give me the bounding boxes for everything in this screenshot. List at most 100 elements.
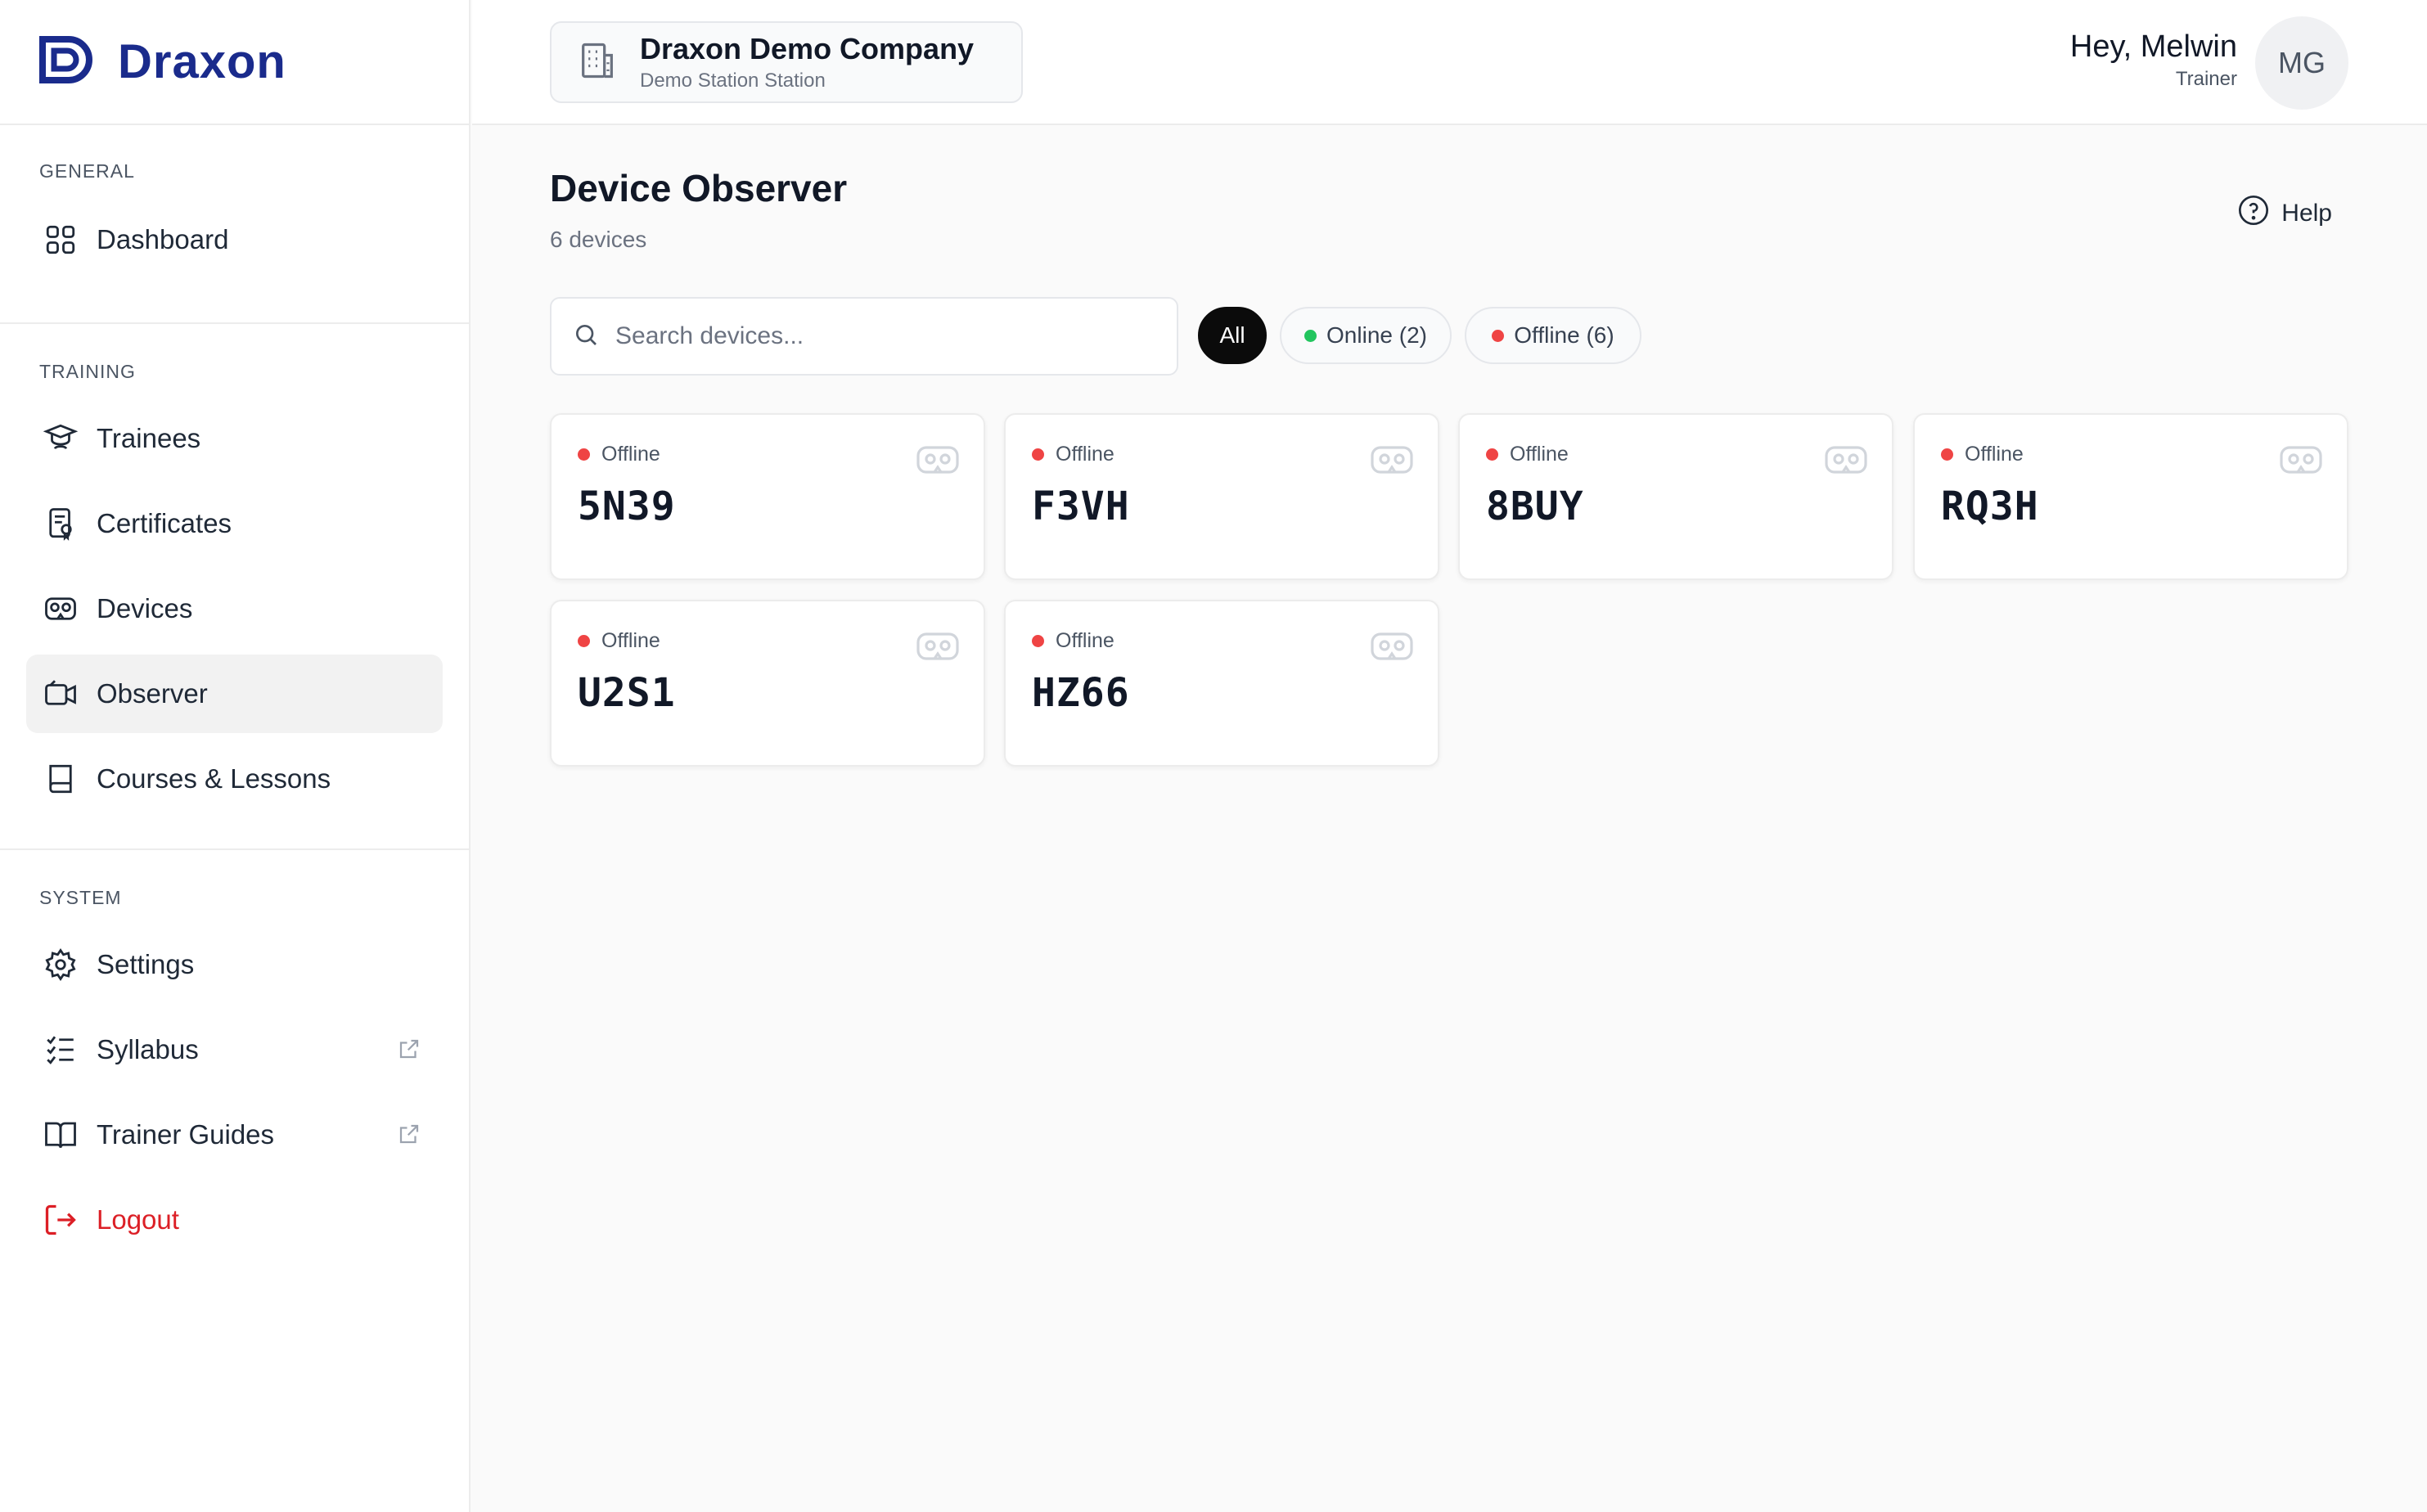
page-title: Device Observer: [550, 167, 848, 209]
sidebar-item-label: Trainees: [97, 423, 201, 453]
vr-headset-icon: [43, 591, 79, 627]
nav-section-system: SYSTEM Settings Syllabus Trainer Guides: [0, 850, 469, 1259]
status-dot-icon: [578, 635, 590, 647]
sidebar-item-settings[interactable]: Settings: [26, 925, 443, 1004]
book-icon: [43, 761, 79, 797]
logout-icon: [43, 1202, 79, 1238]
sidebar-item-observer[interactable]: Observer: [26, 655, 443, 733]
open-book-icon: [43, 1117, 79, 1153]
brand-logo[interactable]: Draxon: [0, 0, 469, 125]
sidebar-item-label: Certificates: [97, 508, 232, 538]
search-input[interactable]: [615, 322, 1139, 350]
device-status: Offline: [1032, 443, 1114, 466]
sidebar-item-syllabus[interactable]: Syllabus: [26, 1010, 443, 1089]
status-label: Offline: [601, 443, 660, 466]
device-card[interactable]: Offline RQ3H: [1913, 413, 2348, 580]
draxon-logo-icon: [38, 36, 98, 88]
sidebar-item-certificates[interactable]: Certificates: [26, 484, 443, 563]
filter-label: All: [1219, 322, 1245, 348]
sidebar-item-dashboard[interactable]: Dashboard: [26, 200, 443, 279]
offline-dot-icon: [1492, 329, 1505, 342]
device-status: Offline: [578, 629, 660, 653]
status-dot-icon: [578, 448, 590, 461]
status-label: Offline: [1056, 629, 1114, 652]
filter-all[interactable]: All: [1198, 307, 1267, 364]
user-info: Hey, Melwin Trainer: [2070, 29, 2237, 91]
device-card[interactable]: Offline 5N39: [550, 413, 985, 580]
vr-headset-icon: [916, 631, 959, 664]
device-code: F3VH: [1032, 484, 1130, 529]
video-camera-icon: [43, 676, 79, 712]
top-bar: Draxon Demo Company Demo Station Station…: [472, 0, 2427, 125]
sidebar-item-label: Devices: [97, 593, 193, 623]
company-name: Draxon Demo Company: [640, 32, 975, 65]
sidebar-item-devices[interactable]: Devices: [26, 569, 443, 648]
vr-headset-icon: [916, 444, 959, 477]
status-dot-icon: [1486, 448, 1498, 461]
sidebar-item-trainer-guides[interactable]: Trainer Guides: [26, 1096, 443, 1174]
help-button[interactable]: Help: [2237, 194, 2332, 233]
building-icon: [576, 39, 619, 86]
sidebar-item-label: Syllabus: [97, 1034, 199, 1064]
online-dot-icon: [1304, 329, 1317, 342]
sidebar-item-label: Logout: [97, 1204, 179, 1235]
device-code: 8BUY: [1486, 484, 1584, 529]
device-card[interactable]: Offline HZ66: [1004, 600, 1439, 767]
vr-headset-icon: [2280, 444, 2322, 477]
device-code: RQ3H: [1941, 484, 2039, 529]
status-label: Offline: [1056, 443, 1114, 466]
sidebar-item-courses[interactable]: Courses & Lessons: [26, 740, 443, 818]
status-dot-icon: [1941, 448, 1953, 461]
device-card[interactable]: Offline F3VH: [1004, 413, 1439, 580]
help-circle-icon: [2237, 194, 2270, 233]
filter-online[interactable]: Online (2): [1280, 307, 1452, 364]
nav-section-training: TRAINING Trainees Certificates Devices O…: [0, 324, 469, 850]
help-label: Help: [2281, 200, 2332, 227]
graduation-cap-icon: [43, 421, 79, 457]
sidebar-item-label: Settings: [97, 949, 195, 979]
device-status: Offline: [578, 443, 660, 466]
section-label-training: TRAINING: [39, 361, 136, 382]
company-selector[interactable]: Draxon Demo Company Demo Station Station: [550, 21, 1023, 103]
device-status: Offline: [1941, 443, 2024, 466]
checklist-icon: [43, 1032, 79, 1068]
status-label: Offline: [1510, 443, 1569, 466]
status-dot-icon: [1032, 635, 1044, 647]
status-label: Offline: [601, 629, 660, 652]
device-code: HZ66: [1032, 670, 1130, 716]
filter-label: Offline (6): [1514, 322, 1614, 348]
sidebar-item-label: Trainer Guides: [97, 1119, 275, 1150]
device-code: U2S1: [578, 670, 676, 716]
status-label: Offline: [1965, 443, 2024, 466]
device-status: Offline: [1032, 629, 1114, 653]
section-label-general: GENERAL: [39, 160, 135, 182]
gear-icon: [43, 947, 79, 983]
brand-name: Draxon: [118, 35, 286, 88]
certificate-icon: [43, 506, 79, 542]
search-box: [550, 297, 1178, 376]
device-status: Offline: [1486, 443, 1569, 466]
grid-icon: [43, 222, 79, 258]
device-card[interactable]: Offline 8BUY: [1458, 413, 1893, 580]
sidebar-item-label: Courses & Lessons: [97, 763, 331, 794]
sidebar-item-logout[interactable]: Logout: [26, 1181, 443, 1259]
user-greeting: Hey, Melwin: [2069, 29, 2237, 64]
filter-offline[interactable]: Offline (6): [1465, 307, 1641, 364]
search-icon: [573, 322, 599, 352]
sidebar-item-label: Dashboard: [97, 224, 229, 254]
sidebar: Draxon GENERAL Dashboard TRAINING Traine…: [0, 0, 471, 1512]
external-link-icon: [397, 1122, 423, 1148]
user-role: Trainer: [2175, 68, 2237, 90]
company-text: Draxon Demo Company Demo Station Station: [640, 32, 974, 92]
status-dot-icon: [1032, 448, 1044, 461]
sidebar-item-label: Observer: [97, 678, 208, 709]
device-card[interactable]: Offline U2S1: [550, 600, 985, 767]
vr-headset-icon: [1371, 444, 1413, 477]
sidebar-item-trainees[interactable]: Trainees: [26, 399, 443, 478]
vr-headset-icon: [1371, 631, 1413, 664]
external-link-icon: [397, 1037, 423, 1063]
section-label-system: SYSTEM: [39, 887, 122, 908]
device-count: 6 devices: [550, 227, 647, 252]
avatar[interactable]: MG: [2255, 16, 2348, 110]
vr-headset-icon: [1825, 444, 1867, 477]
